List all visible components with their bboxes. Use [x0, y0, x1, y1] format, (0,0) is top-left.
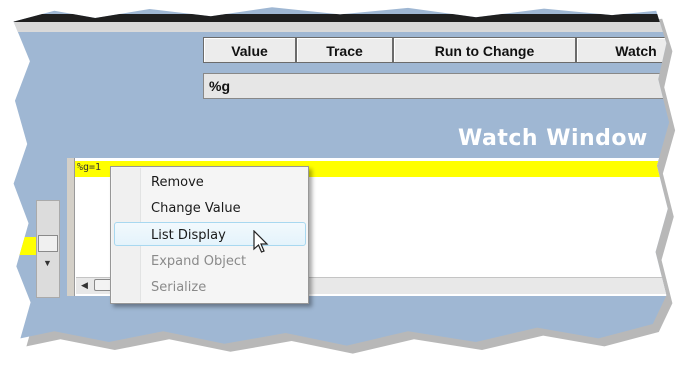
screenshot-panel: Value Trace Run to Change Watch %g Watch…: [13, 7, 670, 346]
vertical-scroll-thumb[interactable]: [38, 235, 58, 252]
menu-item-remove[interactable]: Remove: [151, 175, 204, 190]
top-separator: [13, 14, 670, 22]
scroll-left-arrow-icon[interactable]: ◀: [78, 279, 91, 291]
window-title: Watch Window: [458, 126, 648, 151]
toolbar: Value Trace Run to Change Watch: [203, 37, 670, 63]
trace-button[interactable]: Trace: [296, 37, 393, 63]
value-button[interactable]: Value: [203, 37, 296, 63]
list-gutter: [67, 158, 75, 298]
menu-item-change-value[interactable]: Change Value: [151, 201, 241, 216]
expression-input[interactable]: %g: [203, 73, 670, 99]
scroll-down-arrow-icon[interactable]: ▼: [43, 258, 52, 268]
menu-item-expand-object: Expand Object: [151, 254, 247, 269]
mouse-pointer-icon: [253, 230, 269, 253]
watch-row-text[interactable]: %g=1: [77, 162, 101, 173]
left-highlight-row: [13, 237, 36, 255]
menu-item-serialize: Serialize: [151, 280, 207, 295]
top-band: [13, 22, 670, 32]
run-to-change-button[interactable]: Run to Change: [393, 37, 576, 63]
menu-item-list-display[interactable]: List Display: [151, 228, 226, 243]
